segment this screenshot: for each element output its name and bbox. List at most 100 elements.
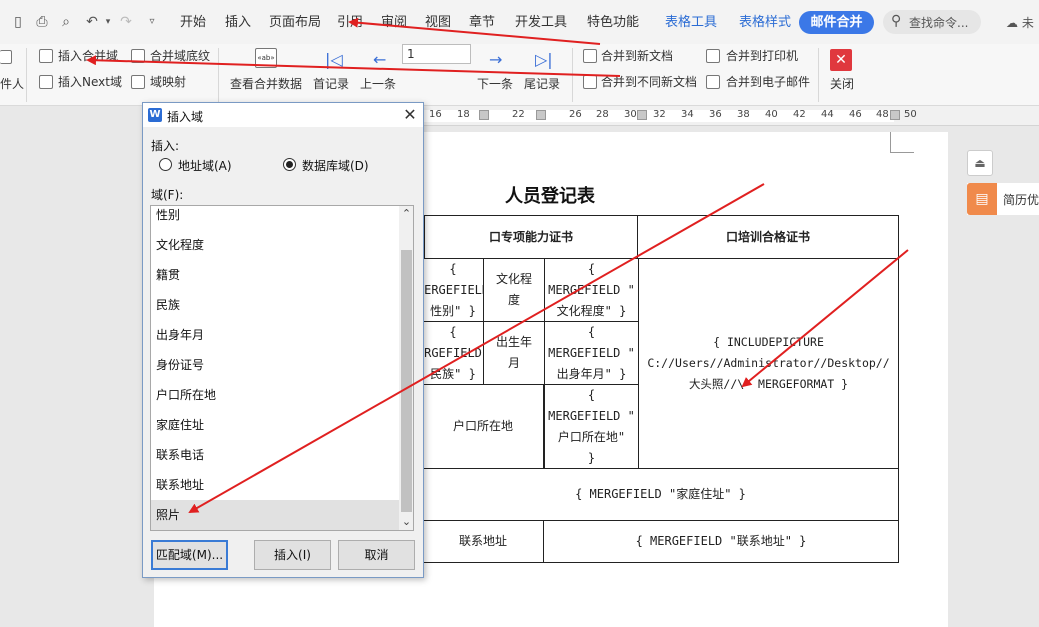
merge-diff-docs-button[interactable]: 合并到不同新文档 — [601, 74, 697, 90]
list-item[interactable]: 出身年月 — [151, 320, 399, 350]
table-cell[interactable]: 口专项能力证书 — [424, 215, 638, 259]
field-code-line: MERGEFIELD — [423, 282, 483, 297]
list-item[interactable]: 身份证号 — [151, 350, 399, 380]
match-fields-button[interactable]: 匹配域(M)... — [151, 540, 228, 570]
prev-record-icon[interactable]: ← — [373, 52, 386, 68]
list-item[interactable]: 联系地址 — [151, 470, 399, 500]
insert-next-field-icon — [39, 75, 53, 89]
address-field-radio[interactable] — [159, 158, 172, 171]
field-listbox[interactable]: 性别 文化程度 籍贯 民族 出身年月 身份证号 户口所在地 家庭住址 联系电话 … — [150, 205, 414, 531]
menu-page-layout[interactable]: 页面布局 — [269, 14, 321, 32]
table-cell[interactable]: { MERGEFIELD "联系地址" } — [543, 520, 899, 563]
close-merge-icon[interactable]: ✕ — [830, 49, 852, 71]
menu-special[interactable]: 特色功能 — [587, 14, 639, 32]
field-code-line: { — [587, 387, 596, 402]
customize-dropdown-icon[interactable]: ▿ — [144, 14, 160, 30]
insert-button[interactable]: 插入(I) — [254, 540, 331, 570]
list-item[interactable]: 户口所在地 — [151, 380, 399, 410]
table-cell[interactable]: 口培训合格证书 — [637, 215, 899, 259]
close-merge-button[interactable]: 关闭 — [830, 76, 854, 92]
database-field-label[interactable]: 数据库域(D) — [302, 157, 369, 174]
address-field-label[interactable]: 地址域(A) — [178, 157, 232, 174]
table-cell[interactable]: 户口所在地 — [423, 384, 544, 469]
table-cell[interactable]: { MERGEFIELD 性别" } — [423, 258, 484, 322]
last-record-button[interactable]: 尾记录 — [524, 76, 560, 92]
last-record-icon[interactable]: ▷| — [535, 52, 553, 68]
menu-view[interactable]: 视图 — [425, 14, 451, 32]
document-title[interactable]: 人员登记表 — [505, 182, 595, 208]
menu-review[interactable]: 审阅 — [381, 14, 407, 32]
prev-record-button[interactable]: 上一条 — [360, 76, 396, 92]
recipient-label[interactable]: 件人 — [0, 76, 24, 92]
merge-new-doc-icon — [583, 49, 597, 63]
ruler-column-marker[interactable] — [637, 110, 647, 120]
merge-printer-button[interactable]: 合并到打印机 — [726, 48, 798, 64]
menu-table-style[interactable]: 表格样式 — [739, 14, 791, 32]
merge-shading-button[interactable]: 合并域底纹 — [150, 48, 210, 64]
database-field-radio[interactable] — [283, 158, 296, 171]
field-code-line: 民族" } — [430, 366, 476, 381]
menu-home[interactable]: 开始 — [180, 14, 206, 32]
horizontal-ruler[interactable]: 16 18 22 26 28 30 32 34 36 38 40 42 44 4… — [424, 106, 1039, 126]
undo-dropdown-icon[interactable]: ▾ — [100, 14, 116, 30]
view-merged-data-button[interactable]: 查看合并数据 — [230, 76, 302, 92]
resume-panel-button[interactable]: ▤ 简历优 — [967, 183, 1039, 215]
list-item-selected[interactable]: 照片 — [151, 500, 399, 530]
cloud-status[interactable]: ☁ 未 — [1006, 14, 1034, 31]
field-code-line: { — [449, 261, 457, 276]
close-icon[interactable]: ✕ — [400, 105, 420, 125]
list-item[interactable]: 联系电话 — [151, 440, 399, 470]
list-item[interactable]: 家庭住址 — [151, 410, 399, 440]
scrollbar[interactable]: ⌃ ⌄ — [399, 206, 413, 530]
registration-table[interactable]: 口专项能力证书 口培训合格证书 { MERGEFIELD 性别" } 文化程 度… — [423, 215, 899, 563]
menu-references[interactable]: 引用 — [337, 14, 363, 32]
collapse-panel-icon[interactable]: ⏏ — [967, 150, 993, 176]
merge-new-doc-button[interactable]: 合并到新文档 — [601, 48, 673, 64]
menu-insert[interactable]: 插入 — [225, 14, 251, 32]
print-icon[interactable]: ⎙ — [34, 14, 50, 30]
redo-icon[interactable]: ↷ — [118, 14, 134, 30]
cancel-button[interactable]: 取消 — [338, 540, 415, 570]
next-record-icon[interactable]: → — [489, 52, 502, 68]
field-mapping-button[interactable]: 域映射 — [150, 74, 186, 90]
first-record-button[interactable]: 首记录 — [313, 76, 349, 92]
menu-developer[interactable]: 开发工具 — [515, 14, 567, 32]
print-preview-icon[interactable]: ⌕ — [58, 14, 74, 30]
ruler-column-marker[interactable] — [890, 110, 900, 120]
undo-icon[interactable]: ↶ — [84, 14, 100, 30]
list-item[interactable]: 文化程度 — [151, 230, 399, 260]
record-number-input[interactable]: 1 — [402, 44, 471, 64]
scrollbar-thumb[interactable] — [401, 250, 412, 512]
table-cell[interactable]: { MERGEFIELD " 户口所在地" } — [544, 384, 639, 469]
photo-cell[interactable]: { INCLUDEPICTURE C://Users//Administrato… — [638, 258, 899, 469]
insert-next-field-button[interactable]: 插入Next域 — [58, 74, 122, 90]
insert-merge-field-button[interactable]: 插入合并域 — [58, 48, 118, 64]
table-cell[interactable]: 文化程 度 — [483, 258, 545, 322]
next-record-button[interactable]: 下一条 — [477, 76, 513, 92]
table-cell[interactable]: { RGEFIELD 民族" } — [423, 321, 484, 385]
ruler-column-marker[interactable] — [479, 110, 489, 120]
cell-label: 联系地址 — [458, 534, 507, 548]
first-record-icon[interactable]: |◁ — [325, 52, 343, 68]
scroll-up-icon[interactable]: ⌃ — [399, 206, 413, 222]
save-icon[interactable]: ▯ — [10, 14, 26, 30]
list-item[interactable]: 性别 — [151, 206, 399, 230]
menu-chapter[interactable]: 章节 — [469, 14, 495, 32]
menu-table-tools[interactable]: 表格工具 — [665, 14, 717, 32]
recipient-icon[interactable] — [0, 50, 12, 64]
table-cell[interactable]: { MERGEFIELD "家庭住址" } — [423, 468, 899, 521]
ruler-column-marker[interactable] — [536, 110, 546, 120]
merge-email-button[interactable]: 合并到电子邮件 — [726, 74, 810, 90]
command-search[interactable]: ⚲ 查找命令... — [883, 10, 981, 34]
list-item[interactable]: 籍贯 — [151, 260, 399, 290]
menu-mail-merge[interactable]: 邮件合并 — [799, 11, 874, 34]
scroll-down-icon[interactable]: ⌄ — [399, 514, 413, 530]
table-cell[interactable]: 出生年 月 — [483, 321, 545, 385]
resume-label: 简历优 — [1003, 193, 1039, 207]
dialog-titlebar[interactable]: W 插入域 ✕ — [143, 103, 423, 127]
resume-icon: ▤ — [967, 183, 997, 215]
list-item[interactable]: 民族 — [151, 290, 399, 320]
table-cell[interactable]: { MERGEFIELD " 出身年月" } — [544, 321, 639, 385]
table-cell[interactable]: 联系地址 — [423, 520, 544, 563]
table-cell[interactable]: { MERGEFIELD " 文化程度" } — [544, 258, 639, 322]
